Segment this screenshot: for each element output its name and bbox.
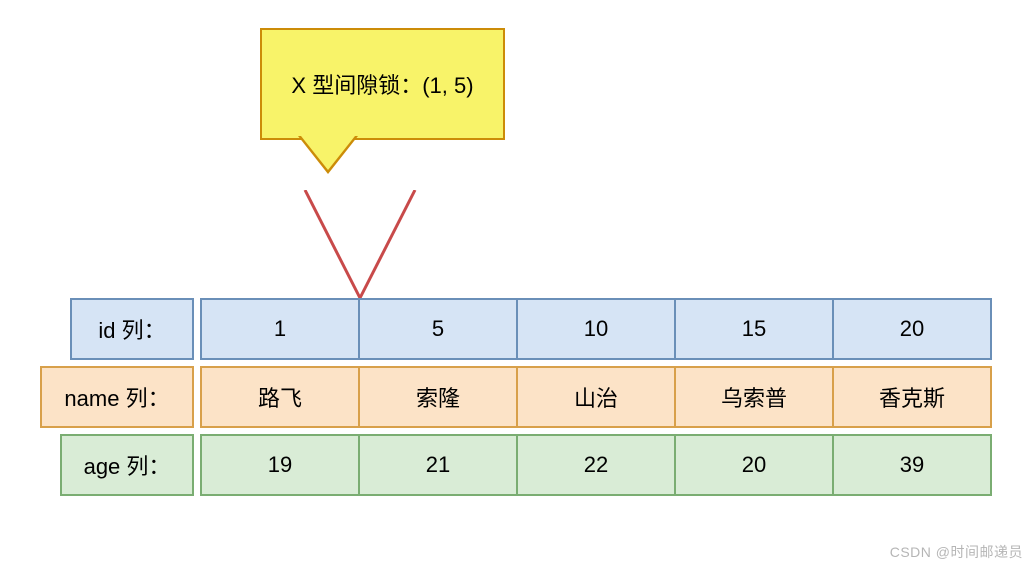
cell-name-0: 路飞	[200, 366, 360, 428]
callout-text: X 型间隙锁：(1, 5)	[291, 68, 473, 100]
callout-tail-fill	[301, 136, 355, 170]
cell-name-3: 乌索普	[674, 366, 834, 428]
table-row: name 列： 路飞 索隆 山治 乌索普 香克斯	[40, 366, 992, 428]
cell-name-2: 山治	[516, 366, 676, 428]
cell-age-0: 19	[200, 434, 360, 496]
cell-id-3: 15	[674, 298, 834, 360]
row-label-name: name 列：	[40, 366, 194, 428]
gap-lock-callout: X 型间隙锁：(1, 5)	[260, 28, 505, 140]
cell-age-1: 21	[358, 434, 518, 496]
watermark-text: CSDN @时间邮递员	[890, 542, 1023, 562]
table-row: age 列： 19 21 22 20 39	[40, 434, 992, 496]
row-label-id: id 列：	[70, 298, 194, 360]
cell-name-4: 香克斯	[832, 366, 992, 428]
gap-pointer-v-icon	[295, 190, 425, 300]
cell-id-1: 5	[358, 298, 518, 360]
cell-id-4: 20	[832, 298, 992, 360]
cell-id-2: 10	[516, 298, 676, 360]
cell-name-1: 索隆	[358, 366, 518, 428]
row-label-age: age 列：	[60, 434, 194, 496]
cell-id-0: 1	[200, 298, 360, 360]
cell-age-3: 20	[674, 434, 834, 496]
cell-age-4: 39	[832, 434, 992, 496]
table-row: id 列： 1 5 10 15 20	[40, 298, 992, 360]
data-table: id 列： 1 5 10 15 20 name 列： 路飞 索隆 山治 乌索普 …	[40, 298, 992, 496]
cell-age-2: 22	[516, 434, 676, 496]
